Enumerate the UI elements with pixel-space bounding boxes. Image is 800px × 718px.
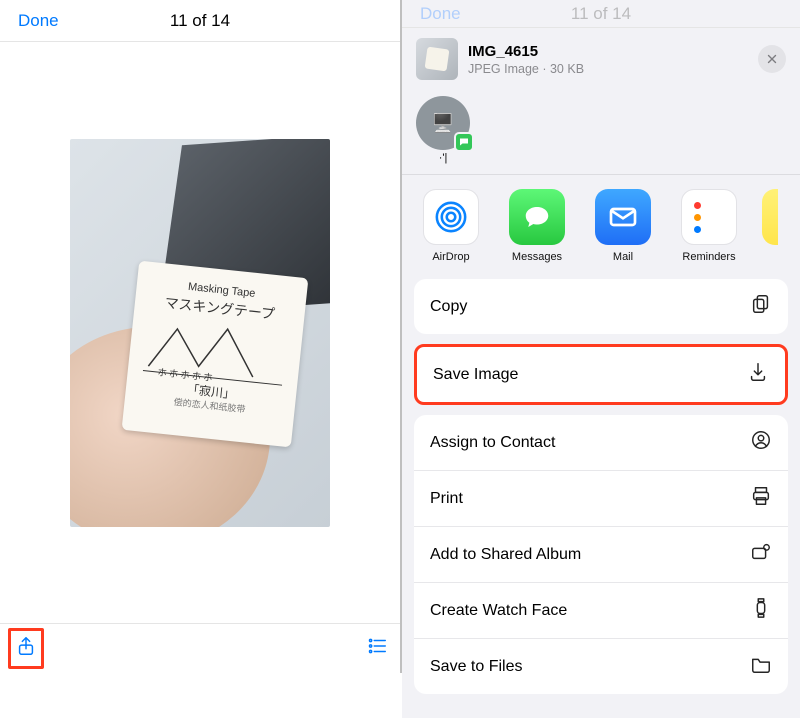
app-reminders[interactable]: Reminders <box>676 189 742 263</box>
action-label: Copy <box>430 298 467 316</box>
action-watch-face[interactable]: Create Watch Face <box>414 582 788 638</box>
app-label: Mail <box>590 251 656 263</box>
save-image-card: Save Image <box>414 344 788 405</box>
photo-area[interactable]: Masking Tape マスキングテープ 朩 朩 朩 朩 朩 「寂川」 偿的恋… <box>0 42 400 623</box>
list-button[interactable] <box>362 631 392 666</box>
file-thumbnail <box>416 38 458 80</box>
list-icon <box>366 635 388 657</box>
actions-area: Copy Save Image Assign to Contact <box>402 271 800 718</box>
action-shared-album[interactable]: Add to Shared Album <box>414 526 788 582</box>
watch-icon <box>750 597 772 624</box>
left-header: Done 11 of 14 <box>0 0 400 42</box>
action-label: Create Watch Face <box>430 602 567 620</box>
photo-preview[interactable]: Masking Tape マスキングテープ 朩 朩 朩 朩 朩 「寂川」 偿的恋… <box>70 139 330 527</box>
action-save-image[interactable]: Save Image <box>417 347 785 402</box>
contact-icon <box>750 429 772 456</box>
share-icon <box>15 635 37 657</box>
actions-list-card: Assign to Contact Print Add to Shared Al… <box>414 415 788 694</box>
share-button[interactable] <box>8 628 44 669</box>
photo-counter: 11 of 14 <box>170 11 230 31</box>
share-apps-row[interactable]: AirDrop Messages Mail Reminders <box>402 175 800 271</box>
app-airdrop[interactable]: AirDrop <box>418 189 484 263</box>
messages-icon <box>522 202 552 232</box>
done-button[interactable]: Done <box>18 11 59 31</box>
file-meta: IMG_4615 JPEG Image · 30 KB <box>468 43 758 76</box>
copy-card: Copy <box>414 279 788 334</box>
messages-badge-icon <box>454 132 474 152</box>
app-label: Messages <box>504 251 570 263</box>
app-mail[interactable]: Mail <box>590 189 656 263</box>
app-messages[interactable]: Messages <box>504 189 570 263</box>
action-print[interactable]: Print <box>414 470 788 526</box>
action-save-files[interactable]: Save to Files <box>414 638 788 694</box>
behind-header: Done 11 of 14 <box>402 0 800 28</box>
action-label: Assign to Contact <box>430 434 555 452</box>
suggested-contacts: 🖥️ ·'| <box>402 96 800 174</box>
behind-counter: 11 of 14 <box>571 4 631 24</box>
print-icon <box>750 485 772 512</box>
contact-suggestion[interactable]: 🖥️ ·'| <box>416 96 470 164</box>
action-label: Add to Shared Album <box>430 546 581 564</box>
close-button[interactable] <box>758 45 786 73</box>
mountain-art-icon: 朩 朩 朩 朩 朩 <box>142 316 288 390</box>
app-label: AirDrop <box>418 251 484 263</box>
airdrop-icon <box>434 200 468 234</box>
shared-album-icon <box>750 541 772 568</box>
behind-done: Done <box>420 4 461 24</box>
mail-icon <box>607 201 639 233</box>
action-assign-contact[interactable]: Assign to Contact <box>414 415 788 470</box>
action-copy[interactable]: Copy <box>414 279 788 334</box>
left-toolbar <box>0 623 400 673</box>
folder-icon <box>750 653 772 680</box>
photo-viewer-pane: Done 11 of 14 Masking Tape マスキングテープ 朩 朩 … <box>0 0 400 673</box>
app-label: Reminders <box>676 251 742 263</box>
file-info-row: IMG_4615 JPEG Image · 30 KB <box>402 28 800 96</box>
copy-icon <box>750 293 772 320</box>
contact-name: ·'| <box>416 152 470 164</box>
download-icon <box>747 361 769 388</box>
action-label: Print <box>430 490 463 508</box>
notes-icon <box>762 189 778 245</box>
action-label: Save Image <box>433 366 518 384</box>
close-icon <box>765 52 779 66</box>
file-subtitle: JPEG Image · 30 KB <box>468 62 758 76</box>
app-notes-peek[interactable] <box>762 189 778 263</box>
file-name: IMG_4615 <box>468 43 758 60</box>
share-sheet-pane: Done 11 of 14 IMG_4615 JPEG Image · 30 K… <box>400 0 800 673</box>
contact-initials: 🖥️ <box>432 113 454 134</box>
